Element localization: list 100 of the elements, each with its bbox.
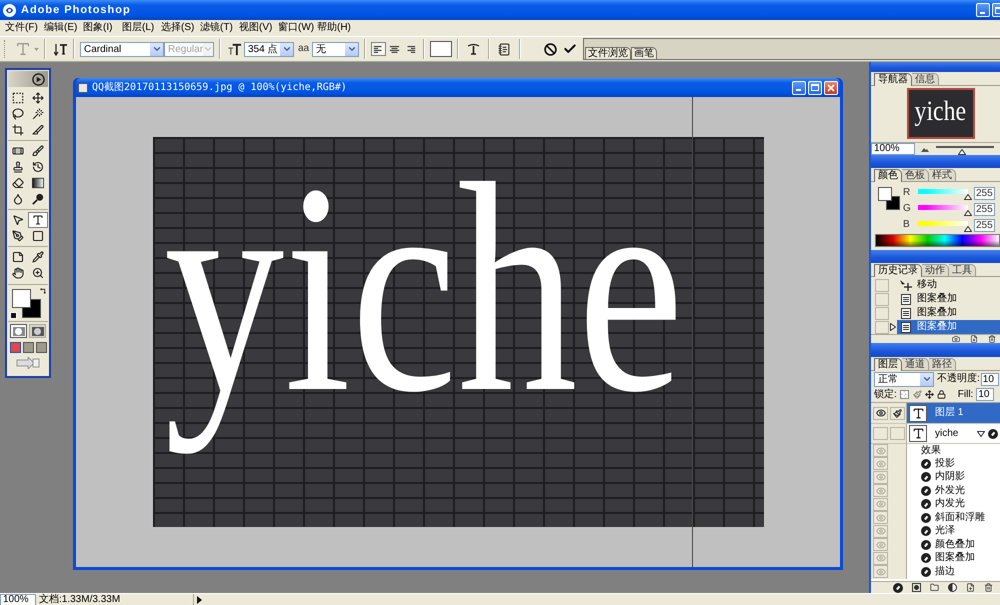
panel-tab[interactable]: 颜色 [874,169,902,182]
swap-arrow-icon[interactable] [40,288,46,294]
panel-tab[interactable]: 路径 [929,358,956,370]
color-swatches-icon[interactable] [12,289,41,318]
new-document-icon[interactable] [966,583,975,592]
effect-icon [921,472,931,482]
menu-item[interactable]: 视图(V) [239,21,275,35]
effect-name[interactable]: 内阴影 [935,471,965,484]
opacity-field[interactable]: 10 [980,372,999,386]
effect-icon [921,512,931,523]
close-icon[interactable] [824,80,838,94]
screen-mode-icon[interactable] [10,342,20,353]
menu-item[interactable]: 图象(I) [83,21,119,35]
menu-item[interactable]: 编辑(E) [44,21,80,35]
minimize-icon[interactable] [792,80,806,94]
checkerboard-icon[interactable] [900,390,909,399]
move-icon[interactable] [924,390,934,399]
history-item[interactable]: 图案叠加 [897,320,1000,334]
antialias-dropdown[interactable]: 无 [312,42,360,56]
layer-row[interactable]: 图层 1 [907,403,1000,423]
menu-item[interactable]: 帮助(H) [317,21,353,35]
panel-tab[interactable]: 工具 [949,264,976,276]
lock-icon[interactable] [936,390,946,399]
type-icon[interactable] [28,212,48,228]
screen-mode-icon[interactable] [22,342,34,353]
text-layer-icon [909,404,927,422]
pointer-triangle-icon[interactable] [890,323,896,331]
commit-icon[interactable] [563,42,578,56]
text-color-swatch[interactable] [430,41,452,57]
navigator-preview[interactable]: yiche [906,88,974,139]
logo-icon [3,4,16,16]
history-item[interactable]: 图案叠加 [897,292,1000,306]
color-spectrum-bar[interactable] [875,234,1000,247]
document-size-text: 文档:1.33M/3.33M [39,594,194,605]
palette-well-tab[interactable]: 文件浏览 [585,47,632,59]
palette-well-tab[interactable]: 画笔 [631,47,658,59]
layer-mask-icon[interactable] [912,583,921,592]
trash-icon[interactable] [988,335,996,343]
default-colors-icon[interactable] [10,312,17,319]
blend-mode-dropdown[interactable]: 正常 [874,372,934,386]
menu-item[interactable]: 选择(S) [161,21,197,35]
warp-text-icon[interactable] [467,42,480,56]
menu-item[interactable]: 图层(L) [122,21,158,35]
history-item[interactable]: 图案叠加 [897,306,1000,320]
channel-value-field[interactable]: 255 [974,218,995,232]
menu-item[interactable]: 窗口(W) [278,21,314,35]
effect-name[interactable]: 内发光 [935,498,965,510]
camera-icon[interactable] [952,335,960,343]
font-family-dropdown[interactable]: Cardinal [80,42,164,56]
palettes-icon[interactable] [498,42,512,56]
panel-tab[interactable]: 通道 [902,358,929,370]
panel-tab[interactable]: 样式 [929,169,956,181]
play-circle-icon[interactable] [32,72,45,86]
text-orientation-icon[interactable] [54,42,68,56]
screen-mode-icon[interactable] [36,342,46,353]
mask-mode-icon[interactable] [29,324,46,338]
history-item[interactable]: 移动 [897,278,1000,292]
new-document-icon[interactable] [970,335,978,343]
effect-icon[interactable] [893,582,903,592]
panel-tab[interactable]: 历史记录 [874,264,922,277]
color-swatches-icon[interactable] [878,187,900,210]
maximize-icon[interactable] [808,80,822,94]
trash-icon[interactable] [984,583,993,592]
zoom-out-icon[interactable] [921,146,929,152]
panel-tab[interactable]: 动作 [922,264,949,276]
font-size-dropdown[interactable]: 354 点 [244,42,294,56]
effect-name[interactable]: 描边 [935,566,955,578]
effect-name[interactable]: 外发光 [935,484,965,497]
menu-item[interactable]: 文件(F) [5,21,41,35]
channel-value-field[interactable]: 255 [974,186,995,200]
panel-tab[interactable]: 色板 [902,169,929,181]
fill-label: Fill: [958,388,974,400]
panel-tab[interactable]: 图层 [874,358,902,371]
menu-item[interactable]: 滤镜(T) [200,21,236,35]
cancel-icon[interactable] [544,42,558,56]
slider-thumb-icon[interactable] [964,226,972,232]
effect-name[interactable]: 斜面和浮雕 [935,512,985,524]
fill-field[interactable]: 10 [976,388,994,401]
slider-thumb-icon[interactable] [964,194,972,200]
panel-tab[interactable]: 导航器 [874,73,912,86]
mask-mode-icon[interactable] [10,324,27,338]
effect-name[interactable]: 图案叠加 [935,552,975,564]
effect-name[interactable]: 投影 [935,458,955,470]
layer-row[interactable]: yiche [907,424,1000,443]
minimize-icon[interactable] [976,3,990,17]
brush-icon[interactable] [890,406,905,420]
folder-icon[interactable] [930,583,939,592]
eye-icon[interactable] [873,406,888,420]
menu-arrow-icon[interactable] [197,596,202,604]
channel-value-field[interactable]: 255 [974,202,995,216]
document-icon [78,82,88,92]
effect-name[interactable]: 颜色叠加 [935,538,975,551]
effect-name[interactable]: 光泽 [935,525,955,538]
zoom-field[interactable]: 100% [0,594,36,605]
slider-thumb-icon[interactable] [964,210,972,216]
zoom-field[interactable]: 100% [871,143,915,155]
align-left-icon[interactable] [371,42,386,56]
channel-label: R [903,187,912,199]
panel-tab[interactable]: 信息 [912,73,939,85]
collapse-triangle-icon[interactable] [977,430,985,436]
